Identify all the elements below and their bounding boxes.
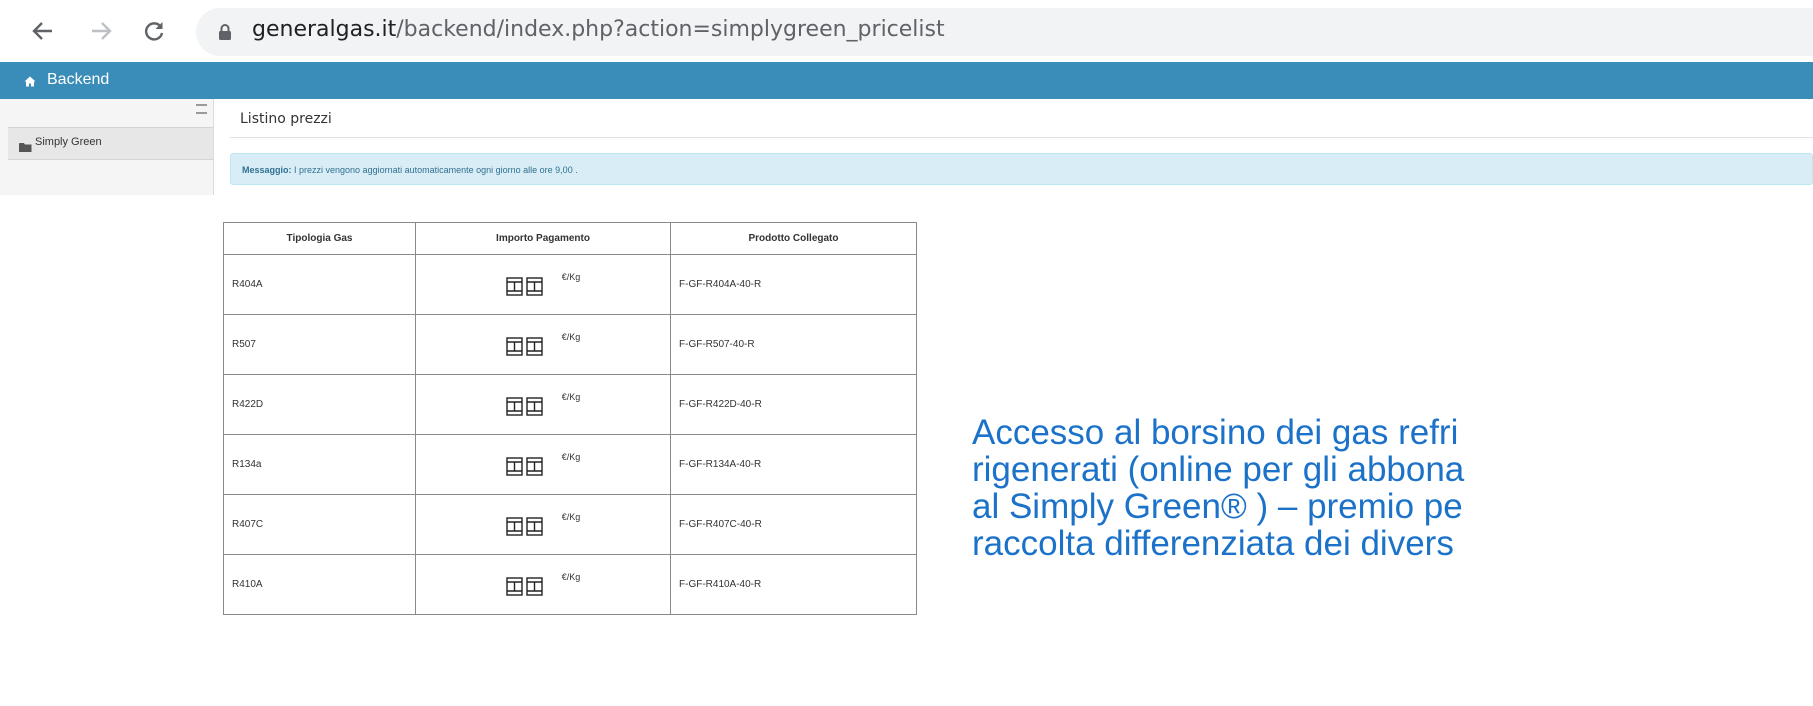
browser-toolbar: generalgas.it/backend/index.php?action=s… bbox=[0, 0, 1813, 62]
amount-cell: €/Kg bbox=[415, 494, 671, 555]
gas-type-cell: R410A bbox=[223, 554, 416, 615]
amount-cell: €/Kg bbox=[415, 314, 671, 375]
sidebar-collapse-button[interactable] bbox=[196, 104, 207, 114]
alert-label: Messaggio: bbox=[242, 165, 292, 175]
back-arrow-icon[interactable] bbox=[26, 14, 60, 48]
unit-label: €/Kg bbox=[561, 572, 581, 582]
sidebar-item-label: Simply Green bbox=[35, 136, 102, 148]
unit-label: €/Kg bbox=[561, 272, 581, 282]
divider bbox=[230, 137, 1813, 138]
page-title: Listino prezzi bbox=[240, 111, 332, 127]
column-header: Importo Pagamento bbox=[415, 222, 671, 255]
address-bar[interactable]: generalgas.it/backend/index.php?action=s… bbox=[196, 8, 1813, 56]
amount-cell: €/Kg bbox=[415, 434, 671, 495]
caption-line: raccolta differenziata dei divers bbox=[972, 524, 1454, 563]
caption-line: rigenerati (online per gli abbona bbox=[972, 450, 1465, 489]
missing-glyph-icon bbox=[506, 277, 544, 299]
url-path: /backend/index.php?action=simplygreen_pr… bbox=[396, 17, 945, 42]
sidebar-item-simply-green[interactable]: Simply Green bbox=[8, 128, 213, 159]
price-table: Tipologia Gas Importo Pagamento Prodotto… bbox=[223, 222, 917, 615]
table-row: R404A €/Kg F-GF-R404A-40-R bbox=[223, 254, 917, 315]
folder-icon bbox=[19, 139, 32, 157]
gas-type-cell: R407C bbox=[223, 494, 416, 555]
table-header-row: Tipologia Gas Importo Pagamento Prodotto… bbox=[223, 222, 917, 255]
unit-label: €/Kg bbox=[561, 392, 581, 402]
amount-cell: €/Kg bbox=[415, 254, 671, 315]
divider bbox=[8, 159, 213, 160]
product-cell: F-GF-R422D-40-R bbox=[670, 374, 917, 435]
alert-text: I prezzi vengono aggiornati automaticame… bbox=[291, 165, 578, 175]
product-cell: F-GF-R134A-40-R bbox=[670, 434, 917, 495]
table-row: R507 €/Kg F-GF-R507-40-R bbox=[223, 314, 917, 375]
missing-glyph-icon bbox=[506, 397, 544, 419]
product-cell: F-GF-R407C-40-R bbox=[670, 494, 917, 555]
missing-glyph-icon bbox=[506, 337, 544, 359]
gas-type-cell: R422D bbox=[223, 374, 416, 435]
missing-glyph-icon bbox=[506, 577, 544, 599]
missing-glyph-icon bbox=[506, 517, 544, 539]
column-header: Prodotto Collegato bbox=[670, 222, 917, 255]
promo-caption: Accesso al borsino dei gas refri rigener… bbox=[972, 414, 1813, 584]
lock-icon[interactable] bbox=[218, 23, 232, 46]
amount-cell: €/Kg bbox=[415, 374, 671, 435]
caption-line: Accesso al borsino dei gas refri bbox=[972, 414, 1459, 452]
missing-glyph-icon bbox=[506, 457, 544, 479]
amount-cell: €/Kg bbox=[415, 554, 671, 615]
column-header: Tipologia Gas bbox=[223, 222, 416, 255]
url-text[interactable]: generalgas.it/backend/index.php?action=s… bbox=[252, 17, 945, 42]
table-row: R410A €/Kg F-GF-R410A-40-R bbox=[223, 554, 917, 615]
unit-label: €/Kg bbox=[561, 332, 581, 342]
gas-type-cell: R404A bbox=[223, 254, 416, 315]
url-domain: generalgas.it bbox=[252, 17, 397, 42]
unit-label: €/Kg bbox=[561, 452, 581, 462]
info-alert: Messaggio: I prezzi vengono aggiornati a… bbox=[230, 153, 1813, 185]
backend-topbar: Backend bbox=[0, 62, 1813, 99]
backend-title[interactable]: Backend bbox=[47, 71, 109, 89]
product-cell: F-GF-R410A-40-R bbox=[670, 554, 917, 615]
caption-line: al Simply Green® ) – premio pe bbox=[972, 487, 1463, 526]
sidebar: Simply Green bbox=[0, 99, 214, 195]
table-row: R134a €/Kg F-GF-R134A-40-R bbox=[223, 434, 917, 495]
table-row: R407C €/Kg F-GF-R407C-40-R bbox=[223, 494, 917, 555]
forward-arrow-icon[interactable] bbox=[84, 14, 118, 48]
gas-type-cell: R507 bbox=[223, 314, 416, 375]
unit-label: €/Kg bbox=[561, 512, 581, 522]
product-cell: F-GF-R404A-40-R bbox=[670, 254, 917, 315]
table-row: R422D €/Kg F-GF-R422D-40-R bbox=[223, 374, 917, 435]
gas-type-cell: R134a bbox=[223, 434, 416, 495]
reload-icon[interactable] bbox=[137, 14, 171, 48]
home-icon bbox=[24, 74, 36, 92]
product-cell: F-GF-R507-40-R bbox=[670, 314, 917, 375]
